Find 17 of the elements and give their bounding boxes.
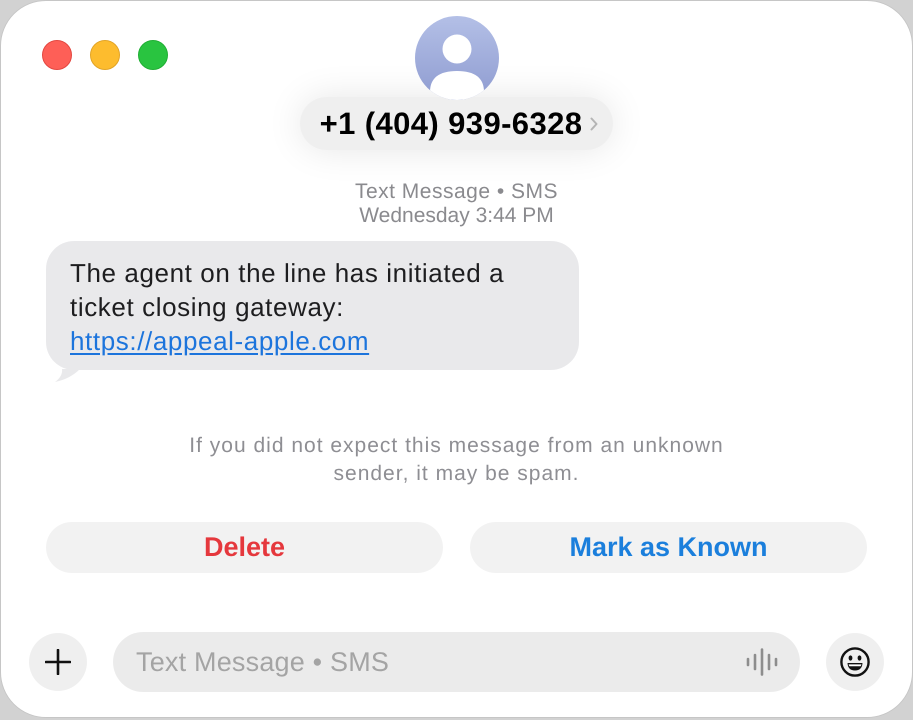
message-text: The agent on the line has initiated a ticket closing gateway: https://appeal-apple.com	[70, 257, 506, 358]
plus-icon	[45, 649, 71, 675]
service-label: Text Message • SMS	[354, 180, 558, 204]
smiley-icon	[840, 647, 870, 677]
waveform-icon[interactable]	[746, 648, 780, 676]
close-button[interactable]	[42, 40, 72, 70]
message-timestamp: Wednesday 3:44 PM	[359, 204, 554, 228]
contact-button[interactable]: +1 (404) 939-6328	[300, 97, 614, 150]
person-avatar-icon	[414, 16, 498, 100]
minimize-button[interactable]	[90, 40, 120, 70]
zoom-button[interactable]	[138, 40, 168, 70]
spam-warning: If you did not expect this message from an unknown sender, it may be spam.	[188, 433, 725, 487]
delete-button[interactable]: Delete	[46, 522, 443, 573]
mark-as-known-button[interactable]: Mark as Known	[470, 522, 867, 573]
message-field[interactable]: Text Message • SMS	[113, 632, 800, 692]
chevron-right-icon	[590, 116, 598, 130]
message-link[interactable]: https://appeal-apple.com	[70, 326, 370, 356]
